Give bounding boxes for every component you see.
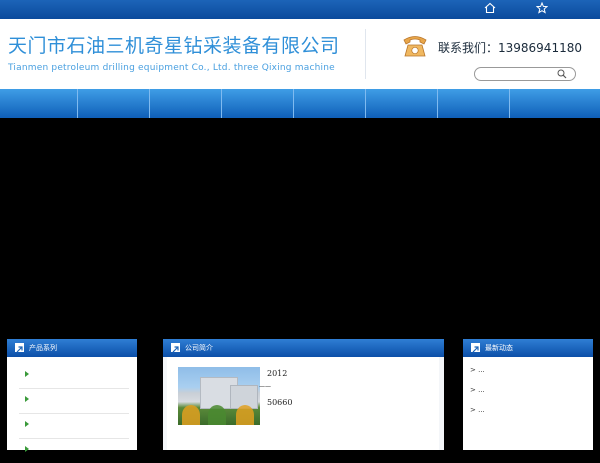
chevron-right-icon (25, 371, 29, 377)
company-title-cn: 天门市石油三机奇星钻采装备有限公司 (8, 35, 340, 57)
list-item[interactable] (19, 413, 129, 439)
about-panel-title: 公司简介 (185, 344, 213, 352)
site-header: 天门市石油三机奇星钻采装备有限公司 Tianmen petroleum dril… (0, 19, 600, 89)
chevron-right-icon (25, 421, 29, 427)
chevron-right-icon (25, 446, 29, 452)
star-icon[interactable] (535, 1, 549, 16)
nav-item-1[interactable] (0, 89, 78, 118)
about-text-year: 2012 (267, 369, 288, 378)
arrow-icon (471, 343, 480, 353)
products-list (7, 357, 137, 452)
news-panel: 最新动态 > ... > ... > ... (463, 339, 593, 450)
home-icon[interactable] (483, 2, 497, 16)
news-panel-title: 最新动态 (485, 344, 513, 352)
nav-item-5[interactable] (294, 89, 366, 118)
about-panel: 公司简介 2012 —— 50660 (163, 339, 444, 450)
search-input[interactable] (481, 68, 551, 80)
contact-phone: 联系我们：13986941180 (438, 41, 582, 55)
about-panel-header: 公司简介 (163, 339, 444, 357)
list-item[interactable] (19, 438, 129, 463)
nav-item-6[interactable] (366, 89, 438, 118)
products-panel-title: 产品系列 (29, 344, 57, 352)
list-item[interactable] (19, 363, 129, 389)
banner-area (0, 118, 600, 340)
nav-item-7[interactable] (438, 89, 510, 118)
search-box (474, 67, 576, 81)
nav-item-8[interactable] (510, 89, 599, 118)
news-item[interactable]: > ... (470, 406, 485, 414)
news-item[interactable]: > ... (470, 366, 485, 374)
company-title-en: Tianmen petroleum drilling equipment Co.… (8, 63, 335, 73)
about-text-dash: —— (259, 383, 271, 390)
list-item[interactable] (19, 388, 129, 414)
main-nav (0, 89, 600, 118)
products-panel: 产品系列 (7, 339, 137, 452)
news-item[interactable]: > ... (470, 386, 485, 394)
about-text-number: 50660 (267, 398, 293, 407)
products-panel-header: 产品系列 (7, 339, 137, 357)
company-photo (178, 367, 260, 425)
search-icon[interactable] (557, 69, 567, 79)
arrow-icon (171, 343, 180, 353)
telephone-icon (401, 31, 429, 59)
news-list: > ... > ... > ... (463, 357, 593, 450)
news-panel-header: 最新动态 (463, 339, 593, 357)
nav-item-2[interactable] (78, 89, 150, 118)
nav-item-4[interactable] (222, 89, 294, 118)
top-bar (0, 0, 600, 19)
chevron-right-icon (25, 396, 29, 402)
about-content: 2012 —— 50660 (167, 357, 439, 450)
header-divider (365, 29, 366, 79)
nav-item-3[interactable] (150, 89, 222, 118)
arrow-icon (15, 343, 24, 353)
